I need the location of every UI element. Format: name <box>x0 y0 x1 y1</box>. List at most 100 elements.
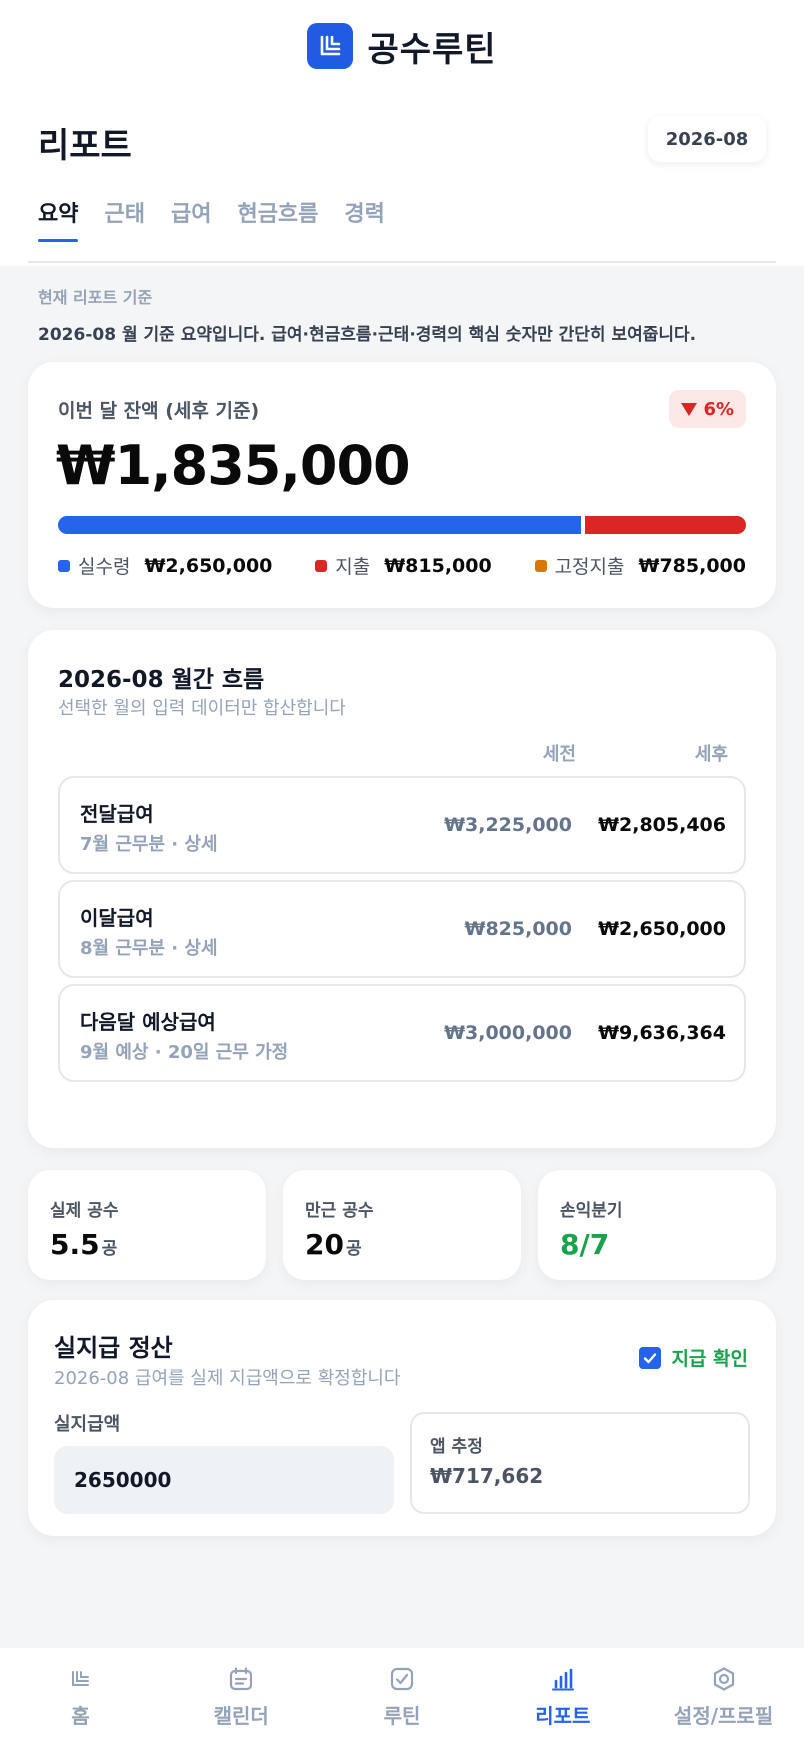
nav-item-calendar[interactable]: 캘린더 <box>161 1648 322 1748</box>
tab-summary[interactable]: 요약 <box>38 196 79 242</box>
stat-number: 20 <box>305 1228 344 1261</box>
row-subtitle: 9월 예상 · 20일 근무 가정 <box>80 1042 289 1063</box>
stat-breakeven: 손익분기 8/7 <box>538 1170 776 1280</box>
stat-label: 실제 공수 <box>50 1201 119 1221</box>
estimate-box: 앱 추정 ₩717,662 <box>410 1412 750 1514</box>
tab-career[interactable]: 경력 <box>344 196 384 242</box>
basis-description: 2026-08 월 기준 요약입니다. 급여·현금흐름·근태·경력의 핵심 숫자… <box>38 325 697 345</box>
stat-label: 손익분기 <box>560 1201 623 1221</box>
top-bar: 공수루틴 <box>0 0 804 92</box>
chart-icon <box>548 1664 578 1694</box>
routine-icon <box>387 1664 417 1694</box>
balance-card: 이번 달 잔액 (세후 기준) 6% ₩1,835,000 실수령 ₩2,650… <box>28 362 776 608</box>
legend-dot-expense <box>315 559 328 572</box>
stat-full-gongsu: 만근 공수 20 공 <box>283 1170 521 1280</box>
row-title: 전달급여 <box>80 802 154 826</box>
stat-actual-gongsu: 실제 공수 5.5 공 <box>28 1170 266 1280</box>
basis-label: 현재 리포트 기준 <box>38 288 153 307</box>
legend-value: ₩785,000 <box>638 554 747 577</box>
legend-dot-income <box>58 559 70 572</box>
page-title: 리포트 <box>38 126 132 166</box>
balance-change-value: 6% <box>703 398 734 420</box>
nav-item-routine[interactable]: 루틴 <box>322 1648 483 1748</box>
estimate-value: ₩717,662 <box>430 1464 544 1488</box>
tab-cashflow[interactable]: 현금흐름 <box>237 196 318 242</box>
stat-value: 8/7 <box>560 1228 609 1261</box>
report-header: 리포트 2026-08 요약 근태 급여 현금흐름 경력 <box>0 92 804 266</box>
monthly-flow-card: 2026-08 월간 흐름 선택한 월의 입력 데이터만 합산합니다 세전 세후… <box>28 630 776 1148</box>
tabs-divider <box>28 261 776 263</box>
payment-confirm-checkbox[interactable]: 지급 확인 <box>639 1344 748 1371</box>
row-subtitle: 7월 근무분 · 상세 <box>80 834 218 855</box>
row-pretax: ₩3,225,000 <box>444 814 572 836</box>
flow-subtitle: 선택한 월의 입력 데이터만 합산합니다 <box>58 698 346 719</box>
down-triangle-icon <box>681 402 698 416</box>
bar-expense-segment <box>585 516 746 534</box>
stat-number: 8/7 <box>560 1228 610 1261</box>
bar-income-segment <box>58 516 581 534</box>
stat-value: 20 공 <box>305 1228 362 1261</box>
tab-salary[interactable]: 급여 <box>171 196 211 242</box>
nav-label: 설정/프로필 <box>673 1704 774 1728</box>
row-pretax: ₩825,000 <box>464 918 573 940</box>
row-title: 이달급여 <box>80 906 154 930</box>
confirm-label: 지급 확인 <box>671 1348 748 1370</box>
balance-change-badge: 6% <box>669 390 746 428</box>
nav-label: 루틴 <box>383 1704 421 1728</box>
settlement-card: 실지급 정산 2026-08 급여를 실제 지급액으로 확정합니다 지급 확인 … <box>28 1300 776 1536</box>
settings-icon <box>709 1664 739 1694</box>
legend-name: 고정지출 <box>554 556 625 578</box>
column-pretax-header: 세전 <box>542 744 576 765</box>
balance-label: 이번 달 잔액 (세후 기준) <box>58 400 260 422</box>
month-selector[interactable]: 2026-08 <box>648 116 766 162</box>
row-subtitle: 8월 근무분 · 상세 <box>80 938 218 959</box>
nav-item-home[interactable]: 홈 <box>0 1648 161 1748</box>
settlement-title: 실지급 정산 <box>54 1334 173 1362</box>
row-pretax: ₩3,000,000 <box>444 1022 572 1044</box>
legend-value: ₩815,000 <box>384 554 492 577</box>
pay-amount-label: 실지급액 <box>54 1414 121 1435</box>
balance-bar <box>58 516 746 534</box>
app-screen: 공수루틴 리포트 2026-08 요약 근태 급여 현금흐름 경력 현재 리포트… <box>0 0 804 1748</box>
row-posttax: ₩2,805,406 <box>598 814 726 836</box>
balance-legend: 실수령 ₩2,650,000 지출 ₩815,000 고정지출 ₩785,000 <box>58 552 746 579</box>
column-posttax-header: 세후 <box>694 744 728 765</box>
estimate-label: 앱 추정 <box>430 1437 483 1457</box>
settlement-subtitle: 2026-08 급여를 실제 지급액으로 확정합니다 <box>54 1368 401 1389</box>
legend-item-expense: 지출 ₩815,000 <box>315 552 492 579</box>
calendar-icon <box>226 1664 256 1694</box>
flow-row-next-month[interactable]: 다음달 예상급여 9월 예상 · 20일 근무 가정 ₩3,000,000 ₩9… <box>58 984 746 1082</box>
stat-label: 만근 공수 <box>305 1201 374 1221</box>
legend-name: 지출 <box>335 556 371 578</box>
stat-value: 5.5 공 <box>50 1228 117 1261</box>
legend-item-income: 실수령 ₩2,650,000 <box>58 552 272 579</box>
stat-number: 5.5 <box>50 1228 100 1261</box>
stat-unit: 공 <box>101 1239 118 1259</box>
nav-label: 리포트 <box>535 1704 591 1728</box>
legend-value: ₩2,650,000 <box>144 554 273 577</box>
tab-attendance[interactable]: 근태 <box>104 196 144 242</box>
legend-name: 실수령 <box>78 556 131 578</box>
legend-item-fixed: 고정지출 ₩785,000 <box>534 552 747 579</box>
pay-amount-input[interactable] <box>54 1446 394 1514</box>
nav-label: 캘린더 <box>213 1704 269 1728</box>
row-posttax: ₩2,650,000 <box>598 918 726 940</box>
bottom-navigation: 홈 캘린더 루틴 리포트 설정/프로필 <box>0 1648 804 1748</box>
checkmark-icon[interactable] <box>639 1346 662 1369</box>
balance-amount: ₩1,835,000 <box>56 434 411 497</box>
nav-item-report[interactable]: 리포트 <box>482 1648 643 1748</box>
nav-item-settings[interactable]: 설정/프로필 <box>643 1648 804 1748</box>
legend-dot-fixed <box>534 559 547 572</box>
row-title: 다음달 예상급여 <box>80 1010 216 1034</box>
flow-row-last-month[interactable]: 전달급여 7월 근무분 · 상세 ₩3,225,000 ₩2,805,406 <box>58 776 746 874</box>
flow-title: 2026-08 월간 흐름 <box>58 667 265 693</box>
app-name: 공수루틴 <box>367 29 497 70</box>
app-logo-icon <box>307 23 354 69</box>
nav-label: 홈 <box>71 1704 90 1728</box>
home-icon <box>65 1664 95 1694</box>
report-basis: 현재 리포트 기준 2026-08 월 기준 요약입니다. 급여·현금흐름·근태… <box>38 284 778 345</box>
report-tabs: 요약 근태 급여 현금흐름 경력 <box>38 196 385 242</box>
stat-unit: 공 <box>345 1239 362 1259</box>
flow-row-this-month[interactable]: 이달급여 8월 근무분 · 상세 ₩825,000 ₩2,650,000 <box>58 880 746 978</box>
row-posttax: ₩9,636,364 <box>598 1022 726 1044</box>
